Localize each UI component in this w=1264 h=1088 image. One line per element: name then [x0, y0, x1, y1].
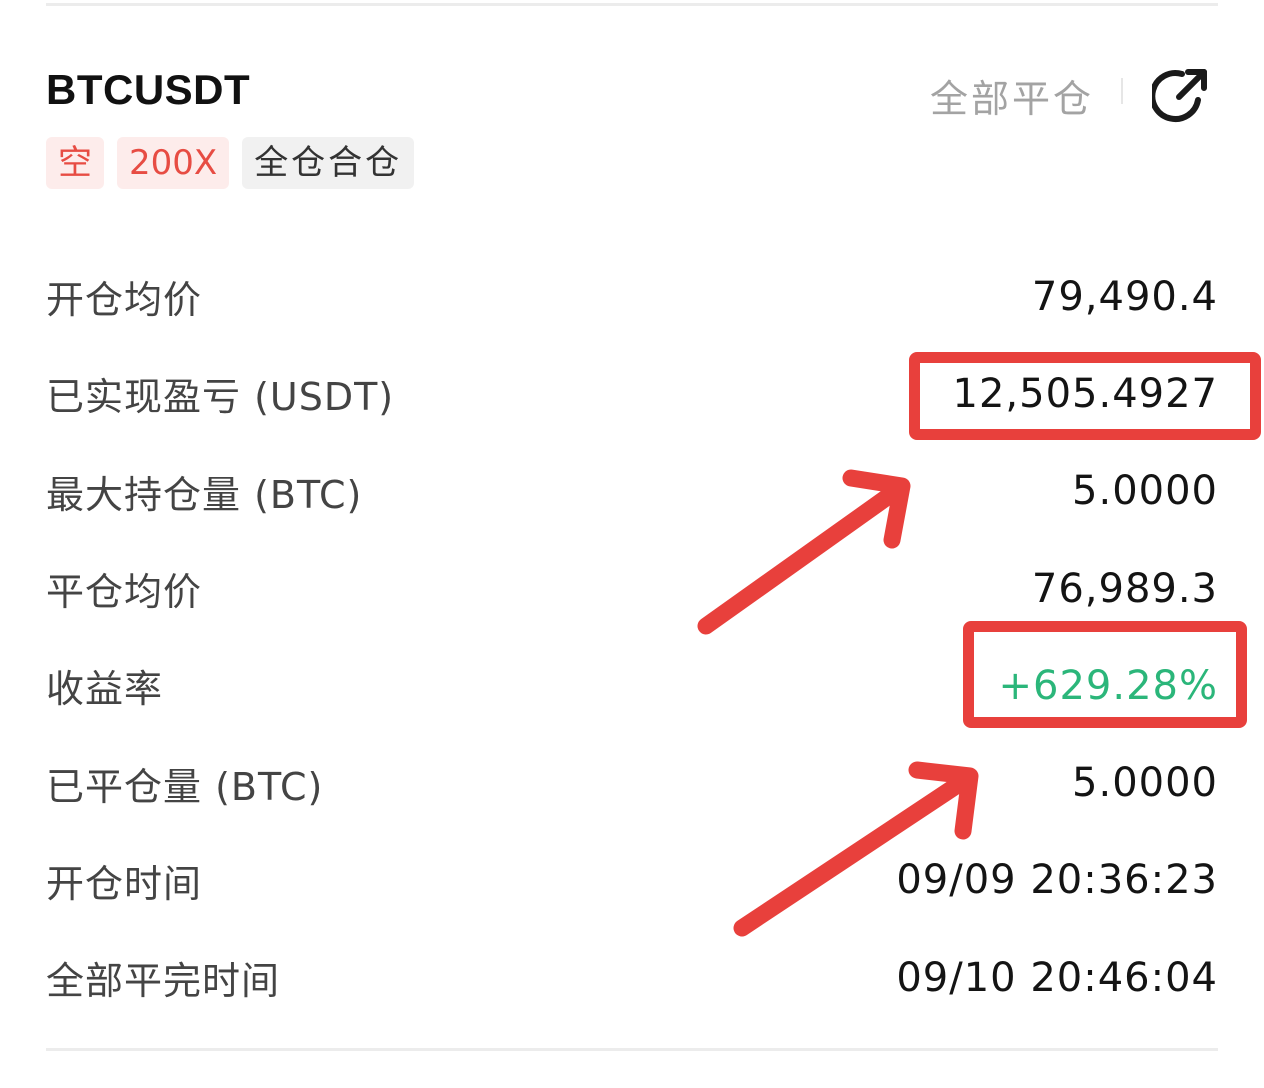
detail-value: 12,505.4927 — [952, 370, 1218, 417]
share-button[interactable] — [1152, 62, 1214, 124]
detail-label: 已实现盈亏 (USDT) — [46, 375, 395, 420]
detail-row-full-close-time: 全部平完时间 09/10 20:46:04 — [46, 929, 1218, 1026]
share-external-icon — [1152, 69, 1207, 123]
top-divider — [46, 3, 1218, 6]
close-all-button[interactable]: 全部平仓 — [930, 68, 1094, 123]
detail-row-roi: 收益率 +629.28% — [46, 637, 1218, 734]
leverage-badge: 200X — [117, 137, 230, 189]
header-separator — [1121, 78, 1123, 104]
detail-value: +629.28% — [998, 662, 1218, 709]
detail-row-closed-amount: 已平仓量 (BTC) 5.0000 — [46, 734, 1218, 831]
symbol-title: BTCUSDT — [46, 66, 251, 113]
detail-row-open-time: 开仓时间 09/09 20:36:23 — [46, 832, 1218, 929]
detail-row-avg-close-price: 平仓均价 76,989.3 — [46, 540, 1218, 637]
detail-label: 全部平完时间 — [46, 959, 281, 1004]
detail-label: 开仓均价 — [46, 278, 203, 323]
side-badge: 空 — [46, 137, 104, 189]
detail-value: 5.0000 — [1072, 760, 1218, 807]
detail-value: 09/10 20:46:04 — [896, 954, 1218, 1001]
bottom-divider — [46, 1048, 1218, 1051]
detail-row-realized-pnl: 已实现盈亏 (USDT) 12,505.4927 — [46, 345, 1218, 442]
detail-row-avg-open-price: 开仓均价 79,490.4 — [46, 248, 1218, 345]
detail-value: 79,490.4 — [1031, 273, 1218, 320]
detail-label: 收益率 — [46, 667, 164, 712]
margin-mode-badge: 全仓合仓 — [242, 137, 415, 189]
position-details: 开仓均价 79,490.4 已实现盈亏 (USDT) 12,505.4927 最… — [46, 248, 1218, 1026]
detail-label: 平仓均价 — [46, 570, 203, 615]
detail-label: 最大持仓量 (BTC) — [46, 472, 363, 517]
position-tags: 空 200X 全仓合仓 — [46, 137, 415, 189]
detail-value: 5.0000 — [1072, 468, 1218, 515]
detail-label: 已平仓量 (BTC) — [46, 764, 324, 809]
detail-value: 76,989.3 — [1031, 565, 1218, 612]
detail-label: 开仓时间 — [46, 861, 203, 906]
detail-value: 09/09 20:36:23 — [896, 857, 1218, 904]
detail-row-max-position: 最大持仓量 (BTC) 5.0000 — [46, 443, 1218, 540]
